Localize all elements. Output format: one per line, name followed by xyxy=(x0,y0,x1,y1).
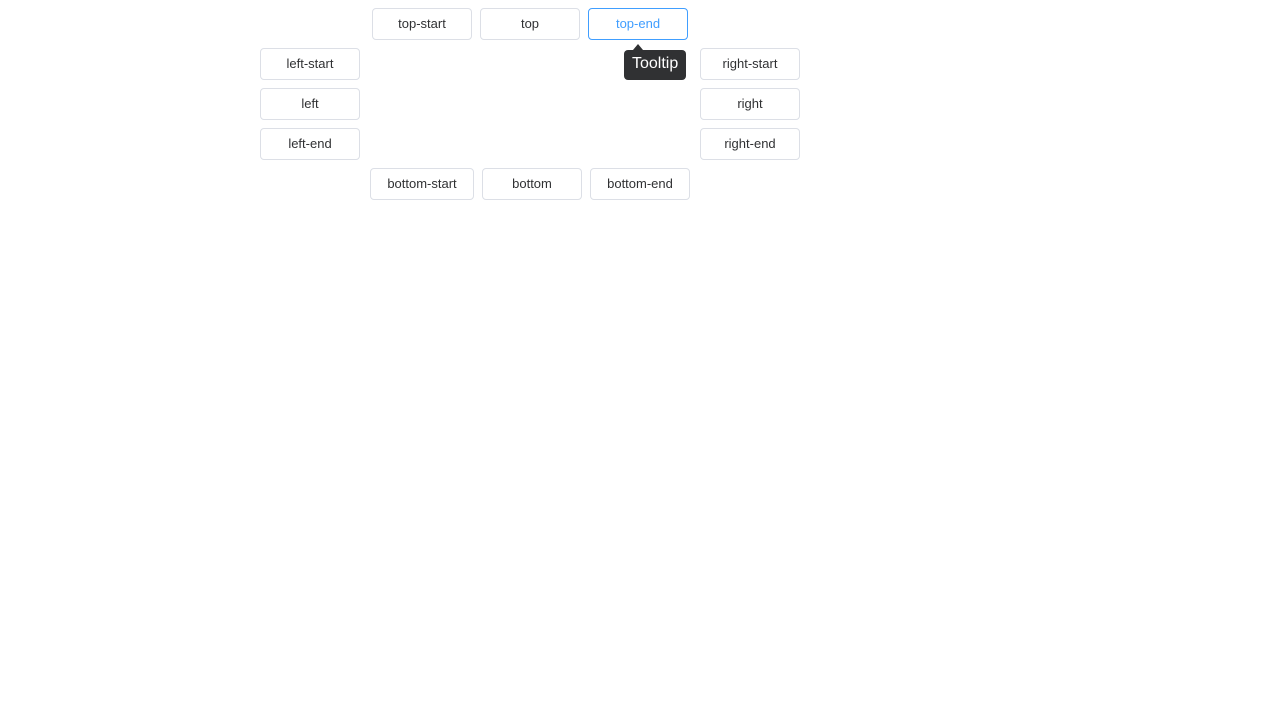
top-end-button[interactable]: top-end xyxy=(588,8,688,40)
left-start-button[interactable]: left-start xyxy=(260,48,360,80)
right-end-button[interactable]: right-end xyxy=(700,128,800,160)
bottom-end-button[interactable]: bottom-end xyxy=(590,168,690,200)
top-start-button[interactable]: top-start xyxy=(372,8,472,40)
tooltip-placement-demo: top-start top top-end left-start left le… xyxy=(0,0,1280,720)
right-button[interactable]: right xyxy=(700,88,800,120)
bottom-button[interactable]: bottom xyxy=(482,168,582,200)
right-start-button[interactable]: right-start xyxy=(700,48,800,80)
left-button[interactable]: left xyxy=(260,88,360,120)
bottom-start-button[interactable]: bottom-start xyxy=(370,168,474,200)
tooltip-popup: Tooltip xyxy=(624,50,687,80)
top-button[interactable]: top xyxy=(480,8,580,40)
left-end-button[interactable]: left-end xyxy=(260,128,360,160)
